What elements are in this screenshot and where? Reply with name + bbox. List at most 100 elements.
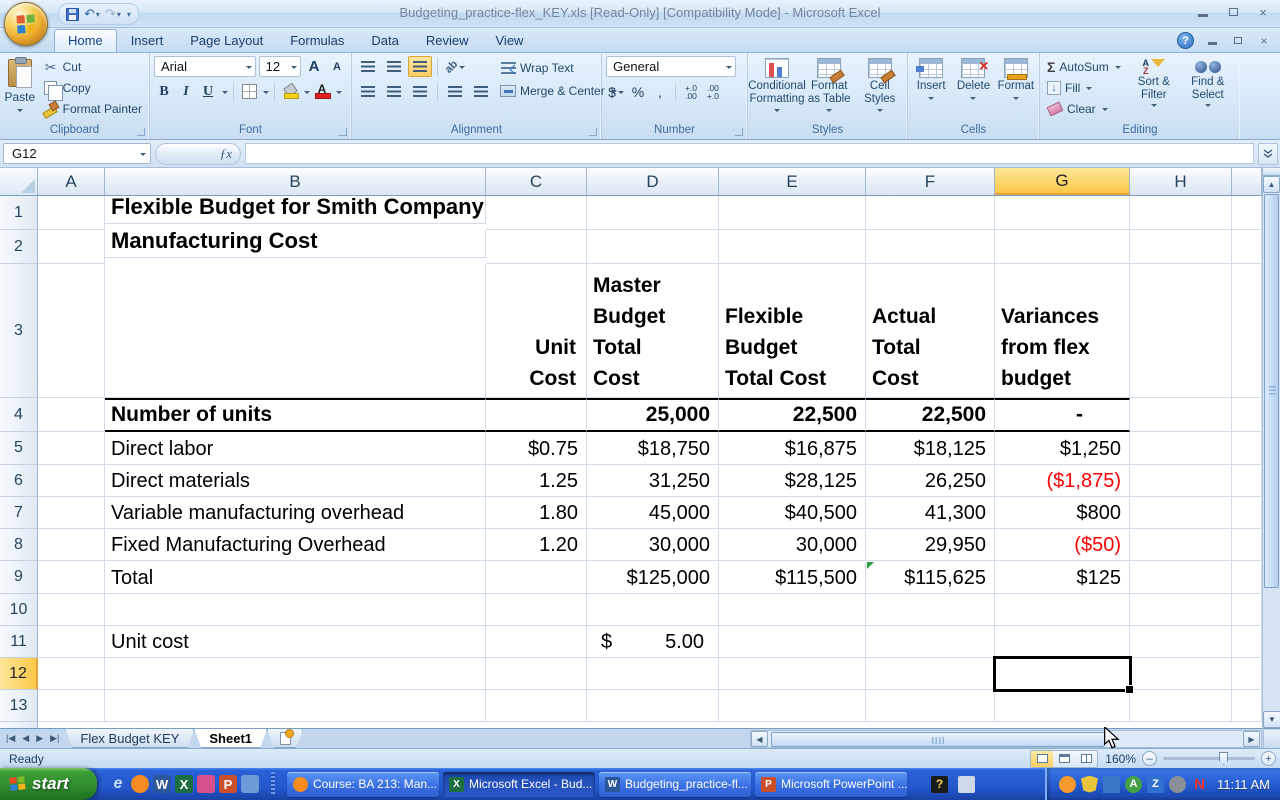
undo-button[interactable]: ↶▾ (83, 6, 101, 22)
scroll-down-button[interactable]: ▼ (1263, 711, 1280, 728)
percent-style-button[interactable]: % (628, 81, 648, 102)
previous-sheet-button[interactable]: ◀ (19, 732, 32, 745)
align-right-button[interactable] (408, 81, 432, 102)
cell-G9[interactable]: $125 (995, 561, 1130, 594)
horizontal-scrollbar[interactable]: ◀ ▶ (750, 730, 1262, 748)
zoom-in-button[interactable]: + (1261, 751, 1276, 766)
comma-style-button[interactable]: , (650, 81, 670, 102)
sheet-tab-flex-budget-key[interactable]: Flex Budget KEY (65, 729, 194, 748)
align-middle-button[interactable] (382, 56, 406, 77)
cell-G2[interactable] (995, 230, 1130, 264)
cell-G11[interactable] (995, 626, 1130, 658)
align-left-button[interactable] (356, 81, 380, 102)
fill-color-button[interactable] (280, 81, 300, 102)
cell-I2[interactable] (1232, 230, 1262, 264)
column-header-F[interactable]: F (866, 168, 995, 195)
number-format-combo[interactable]: General (606, 56, 736, 77)
taskbar-display-icon[interactable] (958, 776, 975, 793)
row-header-12[interactable]: 12 (0, 658, 38, 690)
fill-color-dropdown-arrow[interactable] (304, 91, 310, 97)
conditional-formatting-button[interactable]: Conditional Formatting (752, 56, 802, 123)
cell-A1[interactable] (38, 196, 105, 230)
cell-H6[interactable] (1130, 465, 1232, 497)
column-header-partial[interactable] (1232, 168, 1262, 195)
cell-C3[interactable]: Unit Cost (486, 264, 587, 398)
column-header-E[interactable]: E (719, 168, 866, 195)
scroll-left-button[interactable]: ◀ (751, 731, 768, 747)
normal-view-button[interactable] (1031, 751, 1053, 767)
bold-button[interactable]: B (154, 81, 174, 102)
cell-I3[interactable] (1232, 264, 1262, 398)
page-layout-view-button[interactable] (1053, 751, 1075, 767)
cell-A4[interactable] (38, 398, 105, 432)
format-cells-button[interactable]: Format (997, 56, 1035, 123)
cell-G1[interactable] (995, 196, 1130, 230)
redo-button[interactable]: ↷▾ (104, 6, 122, 22)
decrease-decimal-button[interactable]: .00 +.0 (703, 81, 723, 102)
shrink-font-button[interactable]: A (327, 56, 347, 77)
cell-B8[interactable]: Fixed Manufacturing Overhead (105, 529, 486, 561)
customize-qat-button[interactable]: ▾ (125, 10, 132, 19)
quick-launch-app-pink-icon[interactable] (197, 775, 215, 793)
cell-D3[interactable]: Master Budget Total Cost (587, 264, 719, 398)
cell-H2[interactable] (1130, 230, 1232, 264)
next-sheet-button[interactable]: ▶ (33, 732, 46, 745)
autosum-button[interactable]: ΣAutoSum (1044, 58, 1124, 76)
cell-C6[interactable]: 1.25 (486, 465, 587, 497)
cell-G6[interactable]: ($1,875) (995, 465, 1130, 497)
undo-dropdown-arrow[interactable]: ▾ (96, 10, 100, 19)
cell-C1[interactable] (486, 196, 587, 230)
cell-I1[interactable] (1232, 196, 1262, 230)
row-header-9[interactable]: 9 (0, 561, 38, 594)
cell-E4[interactable]: 22,500 (719, 398, 866, 432)
task-button-powerpoint[interactable]: PMicrosoft PowerPoint ... (755, 772, 907, 797)
taskbar-help-icon[interactable]: ? (931, 776, 948, 793)
italic-button[interactable]: I (176, 81, 196, 102)
tray-app-orange-icon[interactable] (1059, 776, 1076, 793)
cell-I11[interactable] (1232, 626, 1262, 658)
horizontal-scroll-thumb[interactable] (771, 732, 1105, 747)
cell-G7[interactable]: $800 (995, 497, 1130, 529)
row-header-6[interactable]: 6 (0, 465, 38, 497)
row-header-5[interactable]: 5 (0, 432, 38, 465)
cell-D6[interactable]: 31,250 (587, 465, 719, 497)
quick-launch-word-icon[interactable]: W (153, 775, 171, 793)
cell-C7[interactable]: 1.80 (486, 497, 587, 529)
row-header-13[interactable]: 13 (0, 690, 38, 722)
cell-A10[interactable] (38, 594, 105, 626)
insert-worksheet-tab[interactable] (267, 729, 303, 748)
fill-button[interactable]: ↓Fill (1044, 80, 1124, 96)
tab-insert[interactable]: Insert (118, 30, 177, 52)
tray-app-tools-icon[interactable] (1103, 776, 1120, 793)
cell-E5[interactable]: $16,875 (719, 432, 866, 465)
cut-button[interactable]: ✂Cut (40, 58, 145, 76)
quick-launch-app-blue-icon[interactable] (241, 775, 259, 793)
cell-B11[interactable]: Unit cost (105, 626, 486, 658)
number-format-dropdown-arrow[interactable] (726, 66, 732, 72)
cell-I5[interactable] (1232, 432, 1262, 465)
cell-I7[interactable] (1232, 497, 1262, 529)
column-header-A[interactable]: A (38, 168, 105, 195)
underline-dropdown-arrow[interactable] (222, 91, 228, 97)
cell-F9[interactable]: $115,625 (866, 561, 995, 594)
cell-A7[interactable] (38, 497, 105, 529)
security-shield-icon[interactable] (1081, 776, 1098, 793)
cell-G4[interactable]: - (995, 398, 1130, 432)
clear-button[interactable]: Clear (1044, 100, 1124, 118)
format-as-table-button[interactable]: Format as Table (806, 56, 853, 123)
cell-E10[interactable] (719, 594, 866, 626)
copy-button[interactable]: Copy (40, 79, 145, 97)
tab-data[interactable]: Data (358, 30, 411, 52)
cell-D5[interactable]: $18,750 (587, 432, 719, 465)
cell-H4[interactable] (1130, 398, 1232, 432)
minimize-button[interactable] (1194, 5, 1212, 19)
column-header-H[interactable]: H (1130, 168, 1232, 195)
cell-H13[interactable] (1130, 690, 1232, 722)
cell-B4[interactable]: Number of units (105, 398, 486, 432)
cell-E11[interactable] (719, 626, 866, 658)
cell-H10[interactable] (1130, 594, 1232, 626)
cell-B5[interactable]: Direct labor (105, 432, 486, 465)
close-button[interactable]: × (1254, 5, 1272, 19)
cell-H8[interactable] (1130, 529, 1232, 561)
active-cell-border[interactable] (993, 656, 1132, 692)
